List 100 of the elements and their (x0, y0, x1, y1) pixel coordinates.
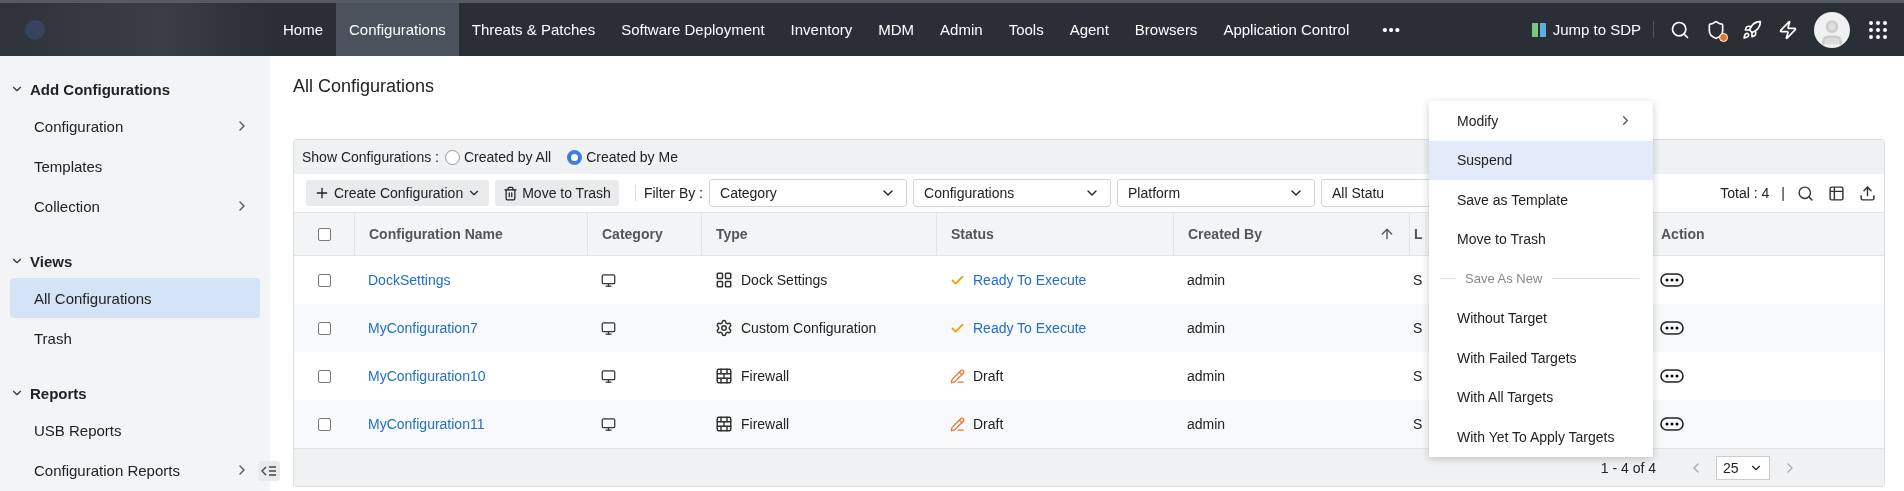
config-link[interactable]: MyConfiguration7 (368, 320, 478, 336)
nav-tab[interactable]: Browsers (1121, 3, 1211, 56)
sidebar-item[interactable]: USB Reports (10, 410, 260, 450)
column-header[interactable]: Created By (1173, 213, 1409, 255)
status-link[interactable]: Ready To Execute (973, 272, 1087, 288)
menu-item[interactable]: With Failed Targets (1429, 338, 1653, 378)
jump-link[interactable]: Jump to SDP (1530, 21, 1654, 38)
nav-tab[interactable]: Configurations (336, 3, 459, 56)
sidebar-item[interactable]: Configuration (10, 106, 260, 146)
upload-icon[interactable] (1859, 184, 1876, 202)
sidebar-item[interactable]: Templates (10, 146, 260, 186)
radio-option[interactable]: Created by All (444, 149, 552, 165)
checkbox[interactable] (317, 417, 331, 431)
filter-select[interactable]: Category (709, 179, 907, 207)
more-options-icon[interactable] (1660, 417, 1684, 431)
show-label: Show Configurations : (302, 149, 439, 165)
page-range: 1 - 4 of 4 (1600, 459, 1656, 476)
pencil-icon (950, 416, 965, 432)
status-text: Draft (973, 368, 1004, 384)
page-title: All Configurations (293, 76, 436, 97)
sidebar-item[interactable]: All Configurations (10, 278, 260, 318)
menu-item[interactable]: Suspend (1429, 140, 1653, 180)
menu-item[interactable]: Modify (1429, 101, 1653, 141)
sidebar-item[interactable]: Configuration Reports (10, 450, 260, 490)
table-cell: admin (1187, 272, 1226, 288)
table-cell: S (1413, 320, 1423, 336)
config-link[interactable]: DockSettings (368, 272, 451, 288)
checkbox[interactable] (317, 227, 331, 241)
section-title: Add Configurations (30, 80, 170, 98)
status-text: Draft (973, 416, 1004, 432)
more-options-icon[interactable] (1660, 321, 1684, 335)
grid-icon (715, 271, 733, 289)
column-header[interactable]: Type (701, 213, 936, 255)
checkbox[interactable] (317, 369, 331, 383)
column-header[interactable]: Status (936, 213, 1173, 255)
monitor-icon (601, 416, 616, 432)
nav-tab[interactable]: Home (270, 3, 336, 56)
table-cell: S (1413, 416, 1423, 432)
monitor-icon (601, 368, 616, 384)
config-link[interactable]: MyConfiguration11 (368, 416, 485, 432)
checkbox[interactable] (317, 321, 331, 335)
menu-item[interactable]: Move to Trash (1429, 219, 1653, 259)
brick-wall-icon (715, 367, 733, 385)
avatar[interactable] (1814, 11, 1850, 48)
config-link[interactable]: MyConfiguration10 (368, 368, 486, 384)
table-cell: S (1413, 272, 1423, 288)
filter-label: Filter By : (634, 185, 703, 201)
menu-item[interactable]: With Yet To Apply Targets (1429, 417, 1653, 457)
column-header[interactable]: Configuration Name (354, 213, 587, 255)
column-header[interactable]: Category (587, 213, 701, 255)
separator: | (1781, 185, 1785, 201)
pencil-icon (950, 368, 965, 384)
table-cell: S (1413, 368, 1423, 384)
collapse-icon[interactable] (258, 461, 280, 481)
nav-tab[interactable]: Tools (995, 3, 1057, 56)
type-text: Firewall (741, 368, 790, 384)
menu-item[interactable]: With All Targets (1429, 377, 1653, 417)
type-text: Dock Settings (741, 272, 828, 288)
rocket-icon[interactable] (1742, 19, 1762, 40)
table-cell: admin (1187, 320, 1226, 336)
sidebar-item[interactable]: Trash (10, 318, 260, 358)
more-button[interactable]: ••• (1362, 3, 1422, 56)
nav-tab[interactable]: MDM (865, 3, 928, 56)
page-size-select[interactable]: 25 (1716, 455, 1770, 480)
section-title: Views (30, 252, 73, 270)
type-text: Custom Configuration (741, 320, 877, 336)
nav-tab[interactable]: Agent (1056, 3, 1122, 56)
shield-icon[interactable] (1706, 19, 1726, 40)
trash-button[interactable]: Move to Trash (495, 180, 619, 206)
menu-item[interactable]: Without Target (1429, 298, 1653, 338)
sidebar-item[interactable]: Collection (10, 186, 260, 226)
more-options-icon[interactable] (1660, 369, 1684, 383)
type-text: Firewall (741, 416, 790, 432)
section-title: Reports (30, 384, 87, 402)
checkbox[interactable] (317, 273, 331, 287)
nav-tab[interactable]: Admin (927, 3, 996, 56)
filter-select[interactable]: Configurations (913, 179, 1111, 207)
filter-select[interactable]: Platform (1117, 179, 1315, 207)
table-settings-icon[interactable] (1828, 184, 1845, 202)
gear-icon (715, 319, 733, 337)
search-icon[interactable] (1797, 184, 1814, 202)
menu-section-label: Save As New (1465, 271, 1543, 287)
more-options-icon[interactable] (1660, 273, 1684, 287)
lightning-icon[interactable] (1778, 19, 1798, 40)
search-icon[interactable] (1670, 19, 1690, 40)
sdp-icon (1530, 21, 1547, 38)
table-cell: admin (1187, 416, 1226, 432)
status-link[interactable]: Ready To Execute (973, 320, 1087, 336)
nav-tab[interactable]: Application Control (1210, 3, 1363, 56)
nav-tab[interactable]: Inventory (777, 3, 866, 56)
radio-option[interactable]: Created by Me (567, 149, 678, 165)
trash-icon (503, 185, 519, 201)
plus-icon (314, 185, 330, 201)
logo-icon (24, 18, 46, 41)
monitor-icon (601, 272, 616, 288)
menu-item[interactable]: Save as Template (1429, 180, 1653, 220)
nav-tab[interactable]: Software Deployment (608, 3, 778, 56)
create-button[interactable]: Create Configuration (306, 180, 490, 206)
nav-tab[interactable]: Threats & Patches (458, 3, 609, 56)
brick-wall-icon (715, 415, 733, 433)
